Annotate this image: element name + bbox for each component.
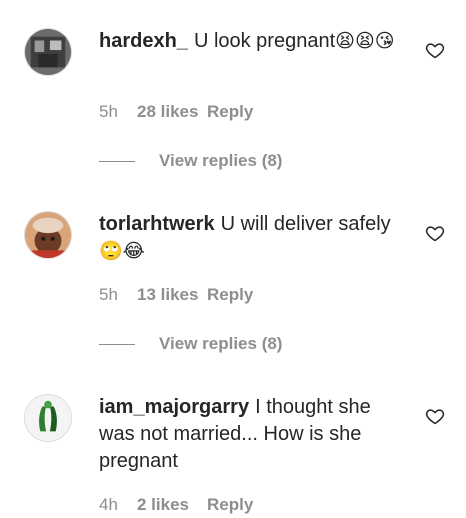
heart-icon[interactable] xyxy=(425,40,445,60)
reply-button[interactable]: Reply xyxy=(207,102,253,122)
comment-likes[interactable]: 13 likes xyxy=(137,285,207,305)
avatar[interactable] xyxy=(24,211,72,259)
heart-icon[interactable] xyxy=(425,223,445,243)
comment-text: U look pregnant xyxy=(193,30,336,52)
comment-username[interactable]: hardexh_ xyxy=(99,30,188,52)
view-replies-label: View replies (8) xyxy=(159,334,283,353)
comment-body: iam_majorgarry I thought she was not marr… xyxy=(99,394,409,475)
comment-meta: 5h 28 likes Reply xyxy=(99,101,253,123)
comment-time: 5h xyxy=(99,285,118,304)
comment-body: hardexh_ U look pregnant😫😫😘 xyxy=(99,28,409,55)
comment-likes[interactable]: 2 likes xyxy=(137,495,207,515)
reply-button[interactable]: Reply xyxy=(207,495,253,515)
comment-username[interactable]: iam_majorgarry xyxy=(99,396,249,418)
view-replies-button[interactable]: View replies (8) xyxy=(99,333,282,355)
view-replies-button[interactable]: View replies (8) xyxy=(99,150,282,172)
reply-button[interactable]: Reply xyxy=(207,285,253,305)
comment-meta: 4h 2 likes Reply xyxy=(99,494,253,516)
avatar[interactable] xyxy=(24,28,72,76)
avatar[interactable] xyxy=(24,394,72,442)
comment-emojis: 😫😫😘 xyxy=(335,30,395,52)
comment-emojis: 🙄😂 xyxy=(99,240,145,262)
replies-divider xyxy=(99,343,135,345)
heart-icon[interactable] xyxy=(425,406,445,426)
comment-username[interactable]: torlarhtwerk xyxy=(99,213,215,235)
comment-body: torlarhtwerk U will deliver safely 🙄😂 xyxy=(99,211,409,265)
comment-time: 4h xyxy=(99,495,118,514)
comment-likes[interactable]: 28 likes xyxy=(137,102,207,122)
comment-text: U will deliver safely xyxy=(220,213,391,235)
comment-time: 5h xyxy=(99,102,118,121)
comment-meta: 5h 13 likes Reply xyxy=(99,284,253,306)
view-replies-label: View replies (8) xyxy=(159,151,283,170)
replies-divider xyxy=(99,160,135,162)
